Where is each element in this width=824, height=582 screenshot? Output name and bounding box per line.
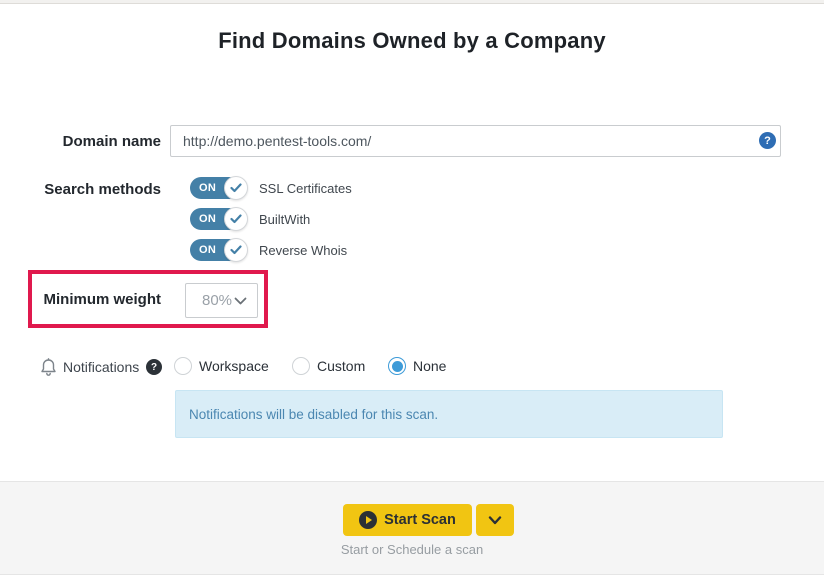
domain-name-input[interactable] <box>170 125 781 157</box>
radio-label-custom: Custom <box>317 358 365 374</box>
start-scan-hint: Start or Schedule a scan <box>0 542 824 557</box>
domain-name-label: Domain name <box>0 133 161 150</box>
start-scan-button-group: Start Scan <box>343 504 514 536</box>
chevron-down-icon <box>234 297 247 305</box>
toggle-ssl-certificates[interactable]: ON <box>190 176 247 200</box>
minimum-weight-label: Minimum weight <box>0 291 161 308</box>
find-domains-form-page: Find Domains Owned by a Company Domain n… <box>0 0 824 582</box>
notifications-row: Notifications ? Workspace Custom None <box>0 356 824 378</box>
start-scan-button[interactable]: Start Scan <box>343 504 472 536</box>
scan-options-dropdown-button[interactable] <box>476 504 514 536</box>
footer-action-bar: Start Scan Start or Schedule a scan <box>0 481 824 575</box>
notifications-info-box: Notifications will be disabled for this … <box>175 390 723 438</box>
radio-none[interactable]: None <box>388 357 446 375</box>
notifications-info-text: Notifications will be disabled for this … <box>189 407 438 422</box>
notifications-label: Notifications <box>63 359 139 375</box>
radio-workspace[interactable]: Workspace <box>174 357 269 375</box>
toggle-state-label: ON <box>199 239 216 261</box>
top-divider <box>0 0 824 4</box>
radio-circle <box>388 357 406 375</box>
notifications-help-icon[interactable]: ? <box>146 359 162 375</box>
toggle-label-reverse-whois: Reverse Whois <box>259 243 347 258</box>
radio-circle <box>292 357 310 375</box>
start-scan-label: Start Scan <box>384 512 456 528</box>
toggle-state-label: ON <box>199 177 216 199</box>
chevron-down-icon <box>488 516 502 525</box>
bell-icon <box>40 358 57 377</box>
checkmark-icon <box>224 238 248 262</box>
checkmark-icon <box>224 207 248 231</box>
toggle-state-label: ON <box>199 208 216 230</box>
domain-help-icon[interactable]: ? <box>759 132 776 149</box>
page-title: Find Domains Owned by a Company <box>0 28 824 54</box>
toggle-label-builtwith: BuiltWith <box>259 212 310 227</box>
checkmark-icon <box>224 176 248 200</box>
search-methods-label: Search methods <box>0 181 161 198</box>
search-method-row: ON SSL Certificates <box>190 176 352 200</box>
minimum-weight-value: 80% <box>202 292 232 309</box>
play-circle-icon <box>359 511 377 529</box>
search-method-row: ON BuiltWith <box>190 207 310 231</box>
minimum-weight-select[interactable]: 80% <box>185 283 258 318</box>
toggle-builtwith[interactable]: ON <box>190 207 247 231</box>
toggle-reverse-whois[interactable]: ON <box>190 238 247 262</box>
radio-custom[interactable]: Custom <box>292 357 365 375</box>
radio-label-none: None <box>413 358 446 374</box>
radio-circle <box>174 357 192 375</box>
radio-label-workspace: Workspace <box>199 358 269 374</box>
search-method-row: ON Reverse Whois <box>190 238 347 262</box>
toggle-label-ssl-certificates: SSL Certificates <box>259 181 352 196</box>
